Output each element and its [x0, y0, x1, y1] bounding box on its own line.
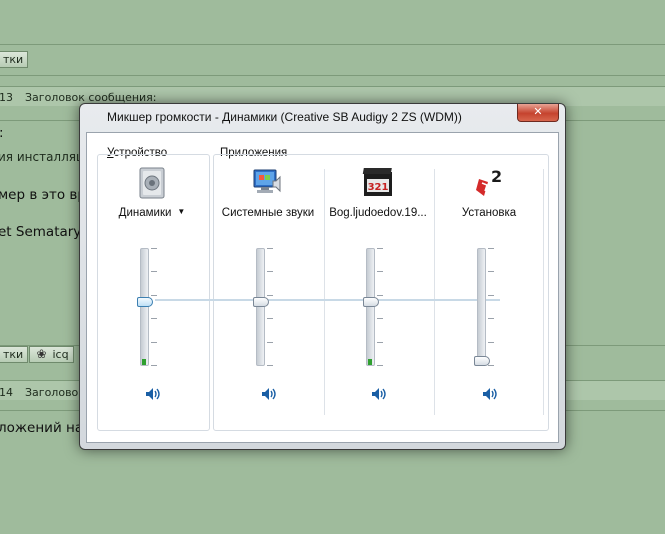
slider-tick — [267, 365, 273, 366]
mute-speaker-icon[interactable] — [371, 387, 387, 401]
slider-tick — [488, 248, 494, 249]
slider-ticks — [151, 248, 159, 366]
volume-mixer-window: Микшер громкости - Динамики (Creative SB… — [79, 103, 566, 450]
icq-flower-icon: ❀ — [36, 347, 47, 361]
bg-text-apps: ложений на — [0, 420, 84, 436]
slider-tick — [151, 318, 157, 319]
bg-text-install: ия инсталляц — [0, 150, 85, 164]
bg-post-number: 13 — [0, 91, 13, 104]
slider-tick — [267, 342, 273, 343]
bg-colon: : — [0, 125, 4, 141]
slider-tick — [488, 271, 494, 272]
slider-tick — [267, 295, 273, 296]
slider-tick — [151, 365, 157, 366]
mute-speaker-icon[interactable] — [482, 387, 498, 401]
volume-slider-thumb[interactable] — [474, 356, 490, 366]
channel-label: Bog.ljudoedov.19... — [329, 207, 427, 219]
bg-post-number-2: 14 — [0, 386, 13, 399]
slider-tick — [377, 365, 383, 366]
slider-tick — [488, 318, 494, 319]
volume-slider-track[interactable] — [366, 248, 375, 366]
bg-post-header-2: Заголовок — [25, 386, 85, 399]
speaker-device-icon — [99, 167, 205, 199]
slider-tick — [267, 248, 273, 249]
slider-tick — [377, 342, 383, 343]
slider-ticks — [267, 248, 275, 366]
slider-tick — [267, 318, 273, 319]
mute-speaker-icon[interactable] — [261, 387, 277, 401]
slider-ticks — [488, 248, 496, 366]
volume-slider-thumb[interactable] — [137, 296, 153, 307]
channel-system-sounds: Системные звуки — [215, 167, 321, 427]
peak-meter — [368, 359, 372, 365]
volume-slider-thumb[interactable] — [253, 296, 269, 307]
channel-label: Установка — [461, 207, 517, 219]
bg-button-thanks-2[interactable]: тки — [0, 346, 29, 363]
window-title: Микшер громкости - Динамики (Creative SB… — [107, 110, 462, 124]
bg-button-icq[interactable]: ❀ icq — [29, 346, 74, 363]
slider-tick — [488, 295, 494, 296]
svg-text:2: 2 — [491, 167, 502, 186]
mixer-client-area: Устройство Приложения Динамики ▼ Системн… — [86, 132, 559, 443]
slider-tick — [267, 271, 273, 272]
icq-label: icq — [52, 348, 69, 361]
svg-text:321: 321 — [368, 182, 389, 193]
peak-meter — [142, 359, 146, 365]
slider-tick — [377, 271, 383, 272]
bg-button-thanks[interactable]: тки — [0, 51, 29, 68]
media-player-321-icon: 321 — [325, 167, 431, 199]
close-button[interactable] — [517, 104, 559, 122]
chevron-down-icon: ▼ — [177, 207, 186, 216]
bg-text-example: мер в это вр — [0, 187, 86, 203]
mute-speaker-icon[interactable] — [145, 387, 161, 401]
slider-tick — [151, 248, 157, 249]
bg-text-sematary: et Sematary — [0, 224, 82, 240]
slider-ticks — [377, 248, 385, 366]
slider-tick — [377, 248, 383, 249]
volume-slider-track[interactable] — [477, 248, 486, 366]
channel-media-player: 321 Bog.ljudoedov.19... — [325, 167, 431, 427]
channel-device: Динамики ▼ — [99, 167, 205, 427]
volume-slider-track[interactable] — [256, 248, 265, 366]
channel-label: Системные звуки — [221, 207, 315, 219]
volume-slider-thumb[interactable] — [363, 296, 379, 307]
slider-tick — [151, 295, 157, 296]
system-sounds-icon — [215, 167, 321, 199]
slider-tick — [151, 342, 157, 343]
slider-tick — [377, 318, 383, 319]
volume-slider-track[interactable] — [140, 248, 149, 366]
slider-tick — [377, 295, 383, 296]
device-dropdown[interactable]: Динамики ▼ — [99, 207, 205, 219]
installer-icon: 2 — [436, 167, 542, 199]
slider-tick — [488, 342, 494, 343]
slider-tick — [488, 365, 494, 366]
slider-tick — [151, 271, 157, 272]
channel-installer: 2 Установка — [436, 167, 542, 427]
